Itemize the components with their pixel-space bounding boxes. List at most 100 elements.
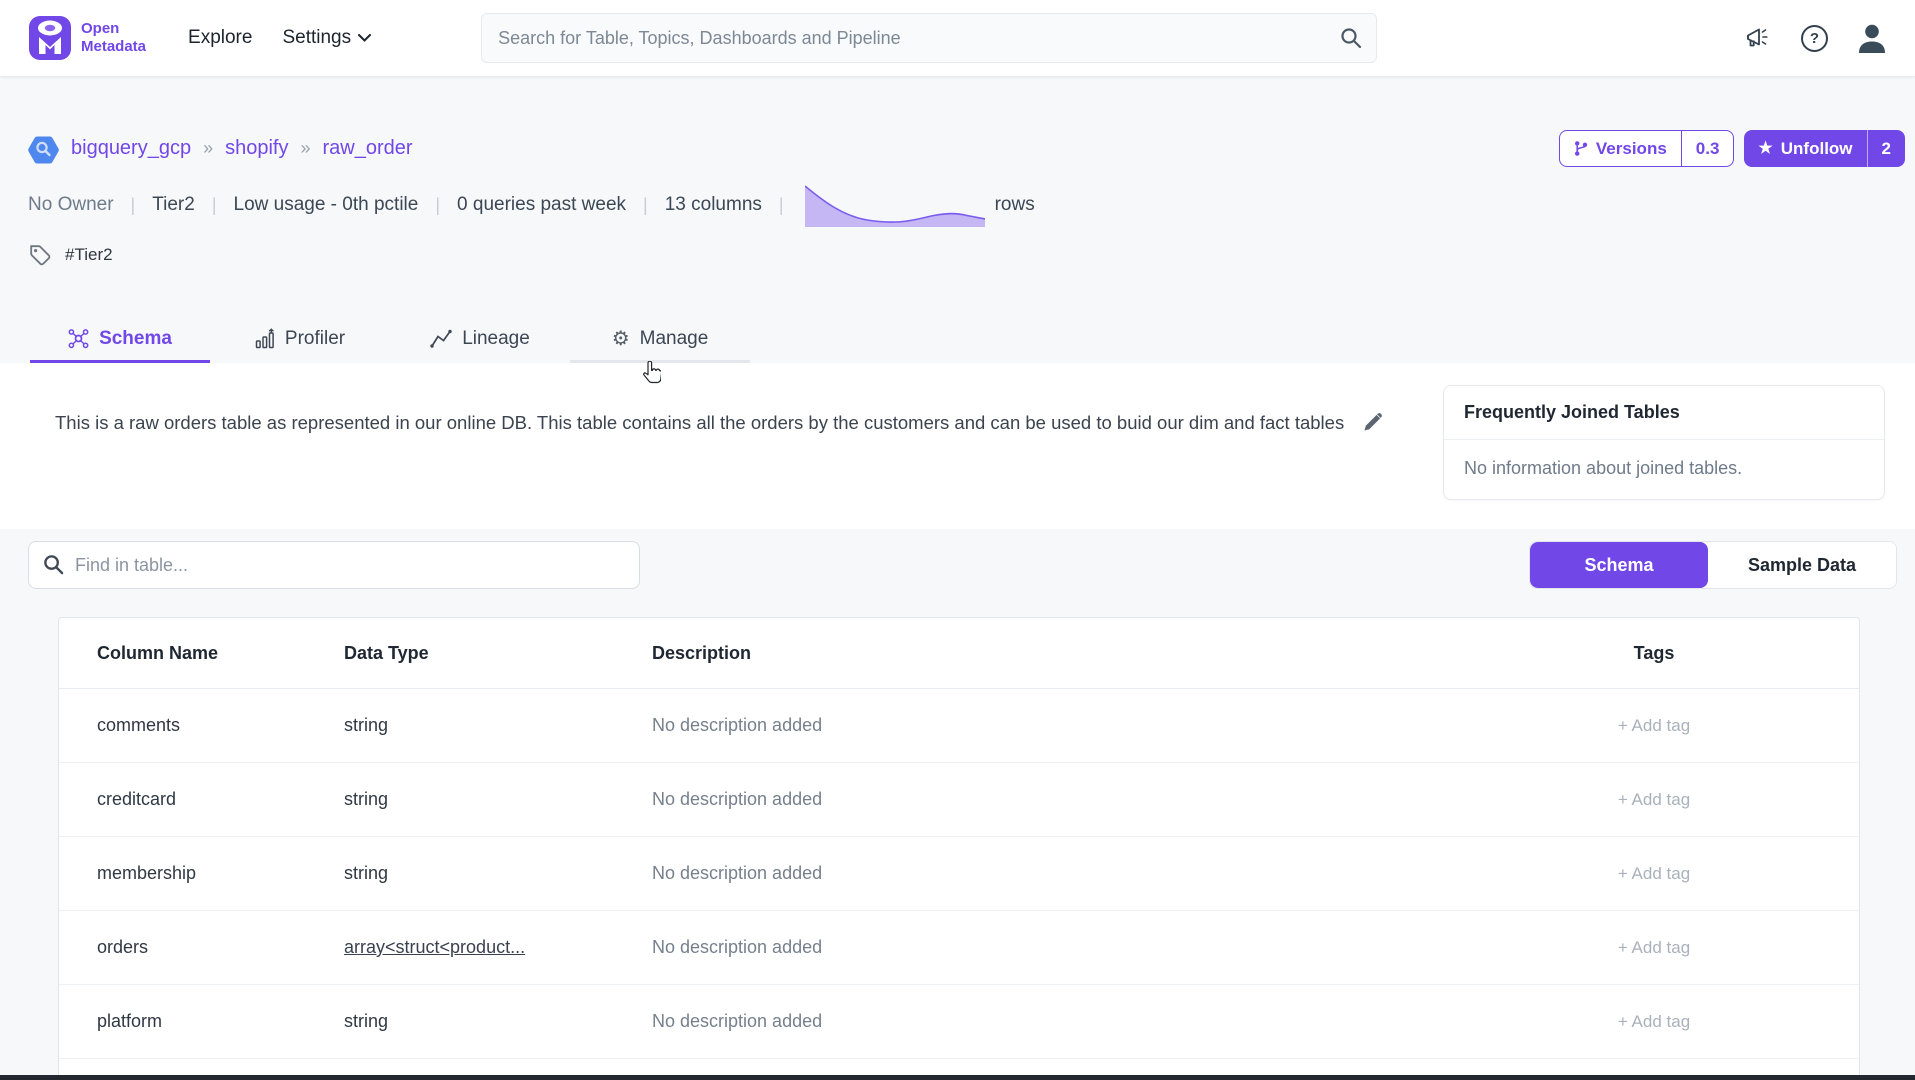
star-icon: ★ <box>1758 141 1772 157</box>
add-tag-button[interactable]: + Add tag <box>1618 938 1690 957</box>
breadcrumb-separator: » <box>300 138 310 159</box>
add-tag-button[interactable]: + Add tag <box>1618 1012 1690 1031</box>
columns-table: Column Name Data Type Description Tags c… <box>58 617 1860 1079</box>
column-description[interactable]: No description added <box>652 715 1509 736</box>
announcements-icon[interactable] <box>1744 25 1772 51</box>
search-icon[interactable] <box>1339 26 1363 50</box>
usage-value: Low usage - 0th pctile <box>234 194 419 216</box>
mouse-cursor-hand <box>642 361 661 385</box>
column-name: platform <box>59 1011 344 1032</box>
schema-toolbar: Schema Sample Data <box>28 541 1887 589</box>
queries-value: 0 queries past week <box>457 194 626 216</box>
unfollow-label: Unfollow <box>1781 139 1853 159</box>
columns-table-header: Column Name Data Type Description Tags <box>59 618 1859 689</box>
column-name: creditcard <box>59 789 344 810</box>
tab-profiler[interactable]: Profiler <box>210 317 390 363</box>
find-search-icon <box>42 553 65 576</box>
breadcrumb-service[interactable]: bigquery_gcp <box>71 137 191 160</box>
tab-manage[interactable]: ⚙ Manage <box>570 317 750 363</box>
top-navbar: Open Metadata Explore Settings ? <box>0 0 1915 76</box>
app-logo[interactable]: Open Metadata <box>28 14 146 62</box>
tab-lineage[interactable]: Lineage <box>390 317 570 363</box>
breadcrumb-table[interactable]: raw_order <box>323 137 413 160</box>
bigquery-service-icon <box>28 133 59 164</box>
navbar-actions: ? <box>1744 22 1887 54</box>
find-in-table <box>28 541 640 589</box>
openmetadata-logo-icon <box>28 14 72 62</box>
versions-button[interactable]: Versions 0.3 <box>1559 130 1735 167</box>
tab-lineage-label: Lineage <box>462 328 530 350</box>
tag-icon[interactable] <box>28 243 52 267</box>
version-branch-icon <box>1574 140 1588 157</box>
table-row: comments string No description added + A… <box>59 689 1859 763</box>
nav-explore[interactable]: Explore <box>188 27 252 49</box>
lineage-tab-icon <box>430 329 452 349</box>
joined-tables-title: Frequently Joined Tables <box>1444 386 1884 440</box>
tab-schema[interactable]: Schema <box>30 317 210 363</box>
toggle-sample-data-button[interactable]: Sample Data <box>1708 542 1896 588</box>
breadcrumb-schema[interactable]: shopify <box>225 137 288 160</box>
breadcrumb: bigquery_gcp » shopify » raw_order <box>28 133 413 164</box>
entity-header-row: bigquery_gcp » shopify » raw_order Versi… <box>28 130 1887 167</box>
find-in-table-input[interactable] <box>28 541 640 589</box>
profiler-tab-icon <box>255 328 275 349</box>
versions-label: Versions <box>1596 139 1667 159</box>
column-type: string <box>344 789 652 810</box>
table-description: This is a raw orders table as represente… <box>55 407 1365 439</box>
help-glyph: ? <box>1810 30 1819 47</box>
table-detail-page: bigquery_gcp » shopify » raw_order Versi… <box>0 130 1915 363</box>
column-description[interactable]: No description added <box>652 863 1509 884</box>
column-name: orders <box>59 937 344 958</box>
breadcrumb-separator: » <box>203 138 213 159</box>
rows-label: rows <box>995 194 1035 216</box>
column-description[interactable]: No description added <box>652 789 1509 810</box>
owner-value: No Owner <box>28 194 114 216</box>
toggle-schema-button[interactable]: Schema <box>1530 542 1708 588</box>
expand-type-link[interactable]: array<struct<product... <box>344 937 525 957</box>
view-toggle: Schema Sample Data <box>1529 541 1897 589</box>
header-tags: Tags <box>1509 643 1799 664</box>
columns-count: 13 columns <box>665 194 762 216</box>
entity-actions: Versions 0.3 ★ Unfollow 2 <box>1559 130 1905 167</box>
description-section: This is a raw orders table as represente… <box>0 363 1915 529</box>
header-description: Description <box>652 643 1509 664</box>
frequently-joined-tables-card: Frequently Joined Tables No information … <box>1443 385 1885 500</box>
schema-content: Schema Sample Data Column Name Data Type… <box>0 541 1915 1079</box>
add-tag-button[interactable]: + Add tag <box>1618 716 1690 735</box>
user-avatar[interactable] <box>1857 22 1887 54</box>
column-name: membership <box>59 863 344 884</box>
add-tag-button[interactable]: + Add tag <box>1618 864 1690 883</box>
add-tag-button[interactable]: + Add tag <box>1618 790 1690 809</box>
gear-icon: ⚙ <box>612 329 630 349</box>
edit-description-icon[interactable] <box>1362 411 1384 433</box>
column-description[interactable]: No description added <box>652 1011 1509 1032</box>
header-data-type: Data Type <box>344 643 652 664</box>
entity-tabs: Schema Profiler Lineage ⚙ Manage <box>28 317 1887 363</box>
table-row: membership string No description added +… <box>59 837 1859 911</box>
nav-settings[interactable]: Settings <box>282 27 371 49</box>
joined-tables-empty-message: No information about joined tables. <box>1444 440 1884 499</box>
entity-meta-row: No Owner | Tier2 | Low usage - 0th pctil… <box>28 183 1887 227</box>
table-row: platform string No description added + A… <box>59 985 1859 1059</box>
column-description[interactable]: No description added <box>652 937 1509 958</box>
entity-tags-row: #Tier2 <box>28 243 1887 267</box>
version-number: 0.3 <box>1681 131 1734 166</box>
column-type: string <box>344 715 652 736</box>
global-search-input[interactable] <box>481 13 1377 63</box>
column-type: string <box>344 863 652 884</box>
table-row: orders array<struct<product... No descri… <box>59 911 1859 985</box>
header-column-name: Column Name <box>59 643 344 664</box>
help-icon[interactable]: ? <box>1801 25 1828 52</box>
unfollow-button[interactable]: ★ Unfollow 2 <box>1744 130 1905 167</box>
tab-manage-label: Manage <box>640 328 709 350</box>
table-row: creditcard string No description added +… <box>59 763 1859 837</box>
tier-value: Tier2 <box>152 194 195 216</box>
follower-count[interactable]: 2 <box>1867 130 1905 167</box>
app-logo-text: Open Metadata <box>81 20 146 56</box>
window-bottom-edge <box>0 1075 1915 1080</box>
global-search <box>481 13 1377 63</box>
tier-tag-label[interactable]: #Tier2 <box>65 245 113 265</box>
tab-profiler-label: Profiler <box>285 328 345 350</box>
column-type: string <box>344 1011 652 1032</box>
main-nav: Explore Settings <box>188 27 371 49</box>
